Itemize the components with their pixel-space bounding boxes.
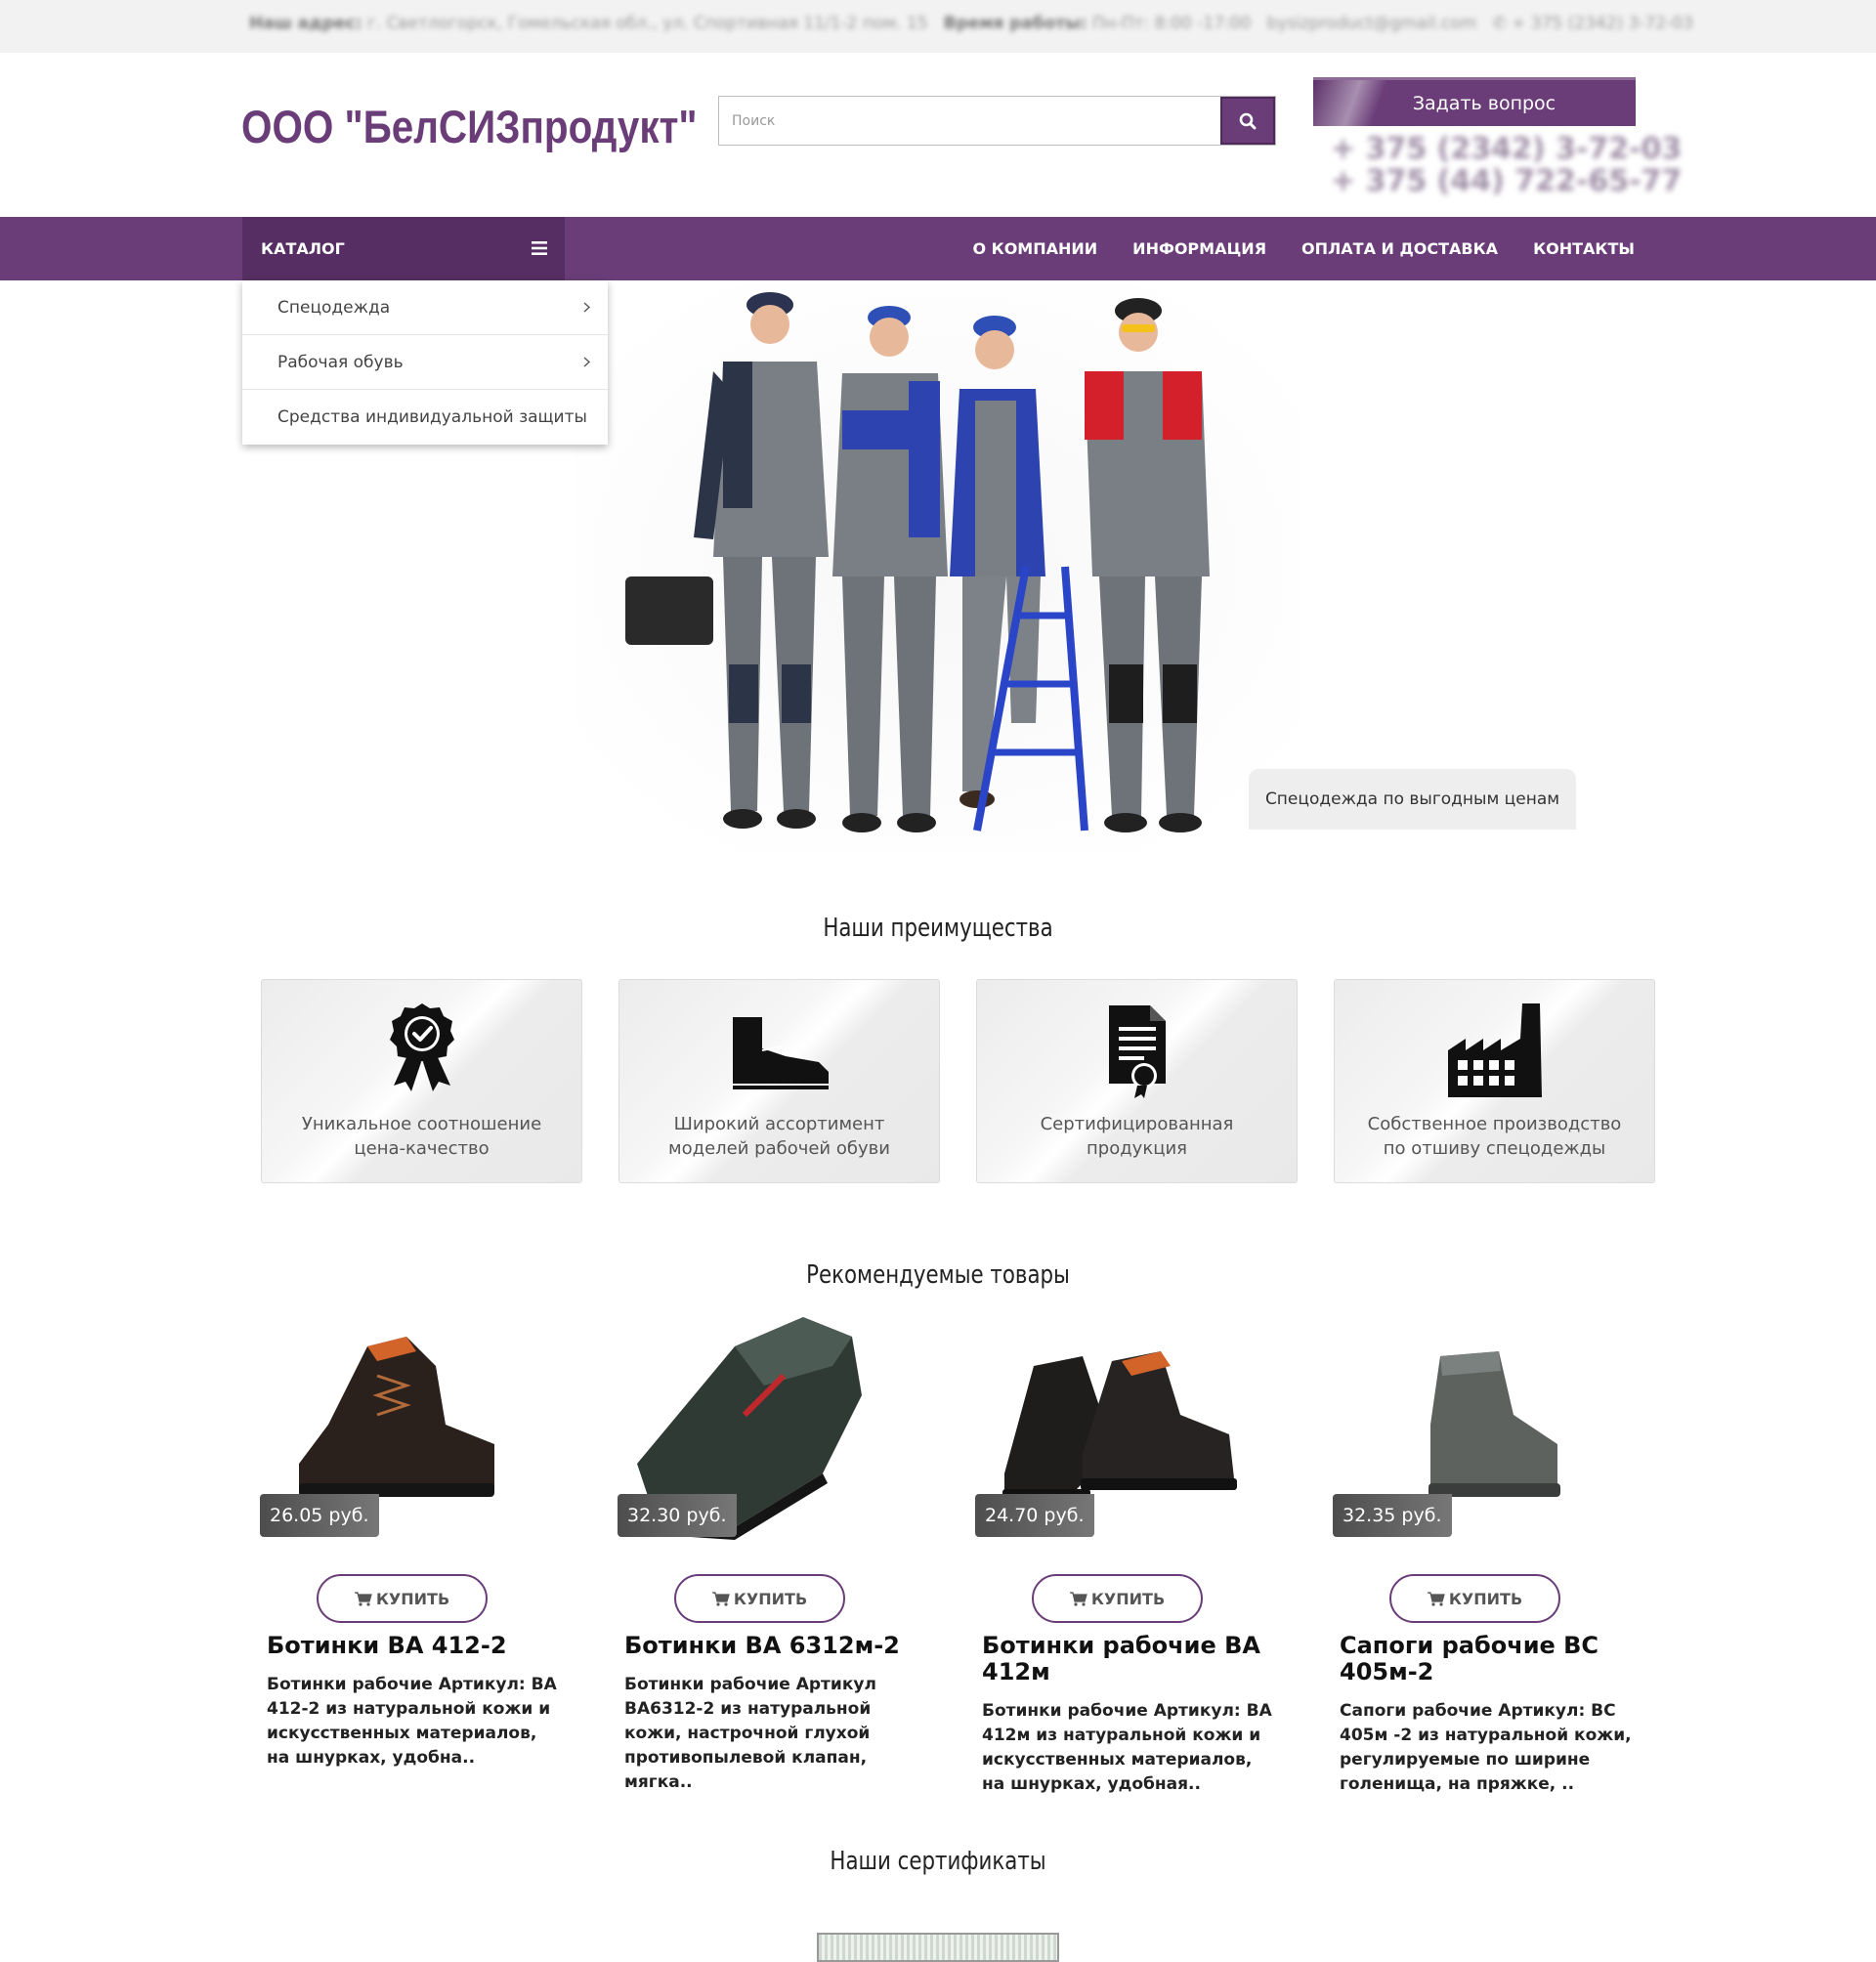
- advantage-line: Собственное производство: [1367, 1114, 1622, 1134]
- buy-label: КУПИТЬ: [733, 1589, 808, 1608]
- buy-button[interactable]: КУПИТЬ: [317, 1574, 488, 1623]
- price-badge: 26.05 руб.: [260, 1494, 379, 1537]
- buy-button[interactable]: КУПИТЬ: [1389, 1574, 1560, 1623]
- phone-number-1[interactable]: + 375 (2342) 3-72-03: [1331, 133, 1682, 165]
- certificate-thumbnail[interactable]: [817, 1933, 1059, 1962]
- product-description: Ботинки рабочие Артикул: ВА 412-2 из нат…: [267, 1675, 557, 1768]
- advantage-text: Собственное производство по отшиву спецо…: [1344, 1112, 1644, 1161]
- hamburger-icon: [532, 241, 547, 255]
- advantage-line: моделей рабочей обуви: [668, 1138, 890, 1159]
- advantage-text: Широкий ассортимент моделей рабочей обув…: [629, 1112, 929, 1161]
- address-text: г. Светлогорск, Гомельская обл., ул. Спо…: [366, 14, 928, 33]
- catalog-item-label: Средства индивидуальной защиты: [277, 407, 587, 427]
- advantage-card: Собственное производство по отшиву спецо…: [1334, 979, 1655, 1183]
- advantage-line: Широкий ассортимент: [673, 1114, 885, 1134]
- advantage-text: Уникальное соотношение цена-качество: [272, 1112, 572, 1161]
- catalog-item-label: Рабочая обувь: [277, 352, 404, 372]
- search-button[interactable]: [1220, 97, 1275, 145]
- catalog-label: КАТАЛОГ: [261, 239, 345, 258]
- nav-link-info[interactable]: ИНФОРМАЦИЯ: [1132, 239, 1266, 258]
- advantages-title: Наши преимущества: [823, 914, 1053, 943]
- catalog-item-workwear[interactable]: Спецодежда: [242, 280, 608, 335]
- product-title[interactable]: Ботинки рабочие ВА 412м: [982, 1633, 1275, 1685]
- top-info-text: Наш адрес: г. Светлогорск, Гомельская об…: [249, 14, 1693, 33]
- cart-icon: [1069, 1591, 1087, 1606]
- nav-link-contacts[interactable]: КОНТАКТЫ: [1533, 239, 1635, 258]
- buy-button[interactable]: КУПИТЬ: [674, 1574, 845, 1623]
- certificates-title: Наши сертификаты: [830, 1847, 1046, 1876]
- catalog-item-ppe[interactable]: Средства индивидуальной защиты: [242, 390, 608, 445]
- advantage-line: цена-качество: [354, 1138, 490, 1159]
- chevron-right-icon: [583, 357, 590, 367]
- top-info-bar: Наш адрес: г. Светлогорск, Гомельская об…: [0, 0, 1876, 53]
- address-label: Наш адрес:: [249, 14, 362, 33]
- advantage-line: Сертифицированная: [1040, 1114, 1234, 1134]
- ask-question-button[interactable]: Задать вопрос: [1313, 77, 1636, 126]
- catalog-item-label: Спецодежда: [277, 297, 391, 318]
- advantage-line: продукция: [1087, 1138, 1187, 1159]
- hero-banner-image: [576, 283, 1300, 852]
- award-ribbon-icon: [389, 1003, 454, 1091]
- chevron-right-icon: [583, 302, 590, 313]
- buy-label: КУПИТЬ: [1448, 1589, 1523, 1608]
- buy-button[interactable]: КУПИТЬ: [1032, 1574, 1203, 1623]
- product-description: Сапоги рабочие Артикул: ВС 405м -2 из на…: [1340, 1701, 1632, 1794]
- product-title[interactable]: Ботинки ВА 6312м-2: [624, 1633, 917, 1659]
- nav-link-payment-delivery[interactable]: ОПЛАТА И ДОСТАВКА: [1301, 239, 1498, 258]
- search-input[interactable]: [719, 97, 1219, 145]
- product-description: Ботинки рабочие Артикул ВА6312-2 из нату…: [624, 1675, 876, 1792]
- nav-links: О КОМПАНИИ ИНФОРМАЦИЯ ОПЛАТА И ДОСТАВКА …: [937, 217, 1635, 280]
- search-icon: [1239, 112, 1257, 129]
- advantage-line: Уникальное соотношение: [301, 1114, 542, 1134]
- product-description: Ботинки рабочие Артикул: ВА 412м из нату…: [982, 1701, 1272, 1794]
- buy-label: КУПИТЬ: [1090, 1589, 1166, 1608]
- search-box: [718, 96, 1276, 146]
- email-link[interactable]: bysizproduct@gmail.com: [1267, 14, 1477, 33]
- nav-link-about[interactable]: О КОМПАНИИ: [972, 239, 1097, 258]
- top-phone-link[interactable]: + 375 (2342) 3-72-03: [1512, 14, 1693, 33]
- cart-icon: [354, 1591, 372, 1606]
- price-badge: 32.35 руб.: [1333, 1494, 1452, 1537]
- product-title[interactable]: Ботинки ВА 412-2: [267, 1633, 560, 1659]
- main-navbar: КАТАЛОГ О КОМПАНИИ ИНФОРМАЦИЯ ОПЛАТА И Д…: [0, 217, 1876, 280]
- catalog-menu: Спецодежда Рабочая обувь Средства индиви…: [242, 280, 608, 445]
- advantage-card: Широкий ассортимент моделей рабочей обув…: [618, 979, 940, 1183]
- advantage-card: Уникальное соотношение цена-качество: [261, 979, 582, 1183]
- cart-icon: [1427, 1591, 1445, 1606]
- hero-caption: Спецодежда по выгодным ценам: [1249, 769, 1576, 830]
- hours-text: Пн-Пт: 8:00 -17:00: [1091, 14, 1252, 33]
- site-logo[interactable]: ООО "БелСИЗпродукт": [241, 100, 698, 153]
- cart-icon: [711, 1591, 730, 1606]
- advantage-text: Сертифицированная продукция: [987, 1112, 1287, 1161]
- certificate-icon: [1108, 1005, 1166, 1098]
- header-phones: + 375 (2342) 3-72-03 + 375 (44) 722-65-7…: [1331, 133, 1682, 197]
- buy-label: КУПИТЬ: [375, 1589, 450, 1608]
- price-badge: 24.70 руб.: [975, 1494, 1094, 1537]
- boot-icon: [732, 1017, 829, 1089]
- advantage-line: по отшиву спецодежды: [1383, 1138, 1606, 1159]
- catalog-toggle-button[interactable]: КАТАЛОГ: [242, 217, 565, 280]
- featured-products-title: Рекомендуемые товары: [806, 1260, 1070, 1290]
- catalog-item-work-shoes[interactable]: Рабочая обувь: [242, 335, 608, 390]
- phone-icon: ✆: [1492, 14, 1507, 33]
- phone-number-2[interactable]: + 375 (44) 722-65-77: [1331, 165, 1682, 197]
- product-title[interactable]: Сапоги рабочие ВС 405м-2: [1340, 1633, 1633, 1685]
- hours-label: Время работы:: [943, 14, 1087, 33]
- factory-icon: [1447, 1003, 1542, 1097]
- advantage-card: Сертифицированная продукция: [976, 979, 1298, 1183]
- price-badge: 32.30 руб.: [618, 1494, 737, 1537]
